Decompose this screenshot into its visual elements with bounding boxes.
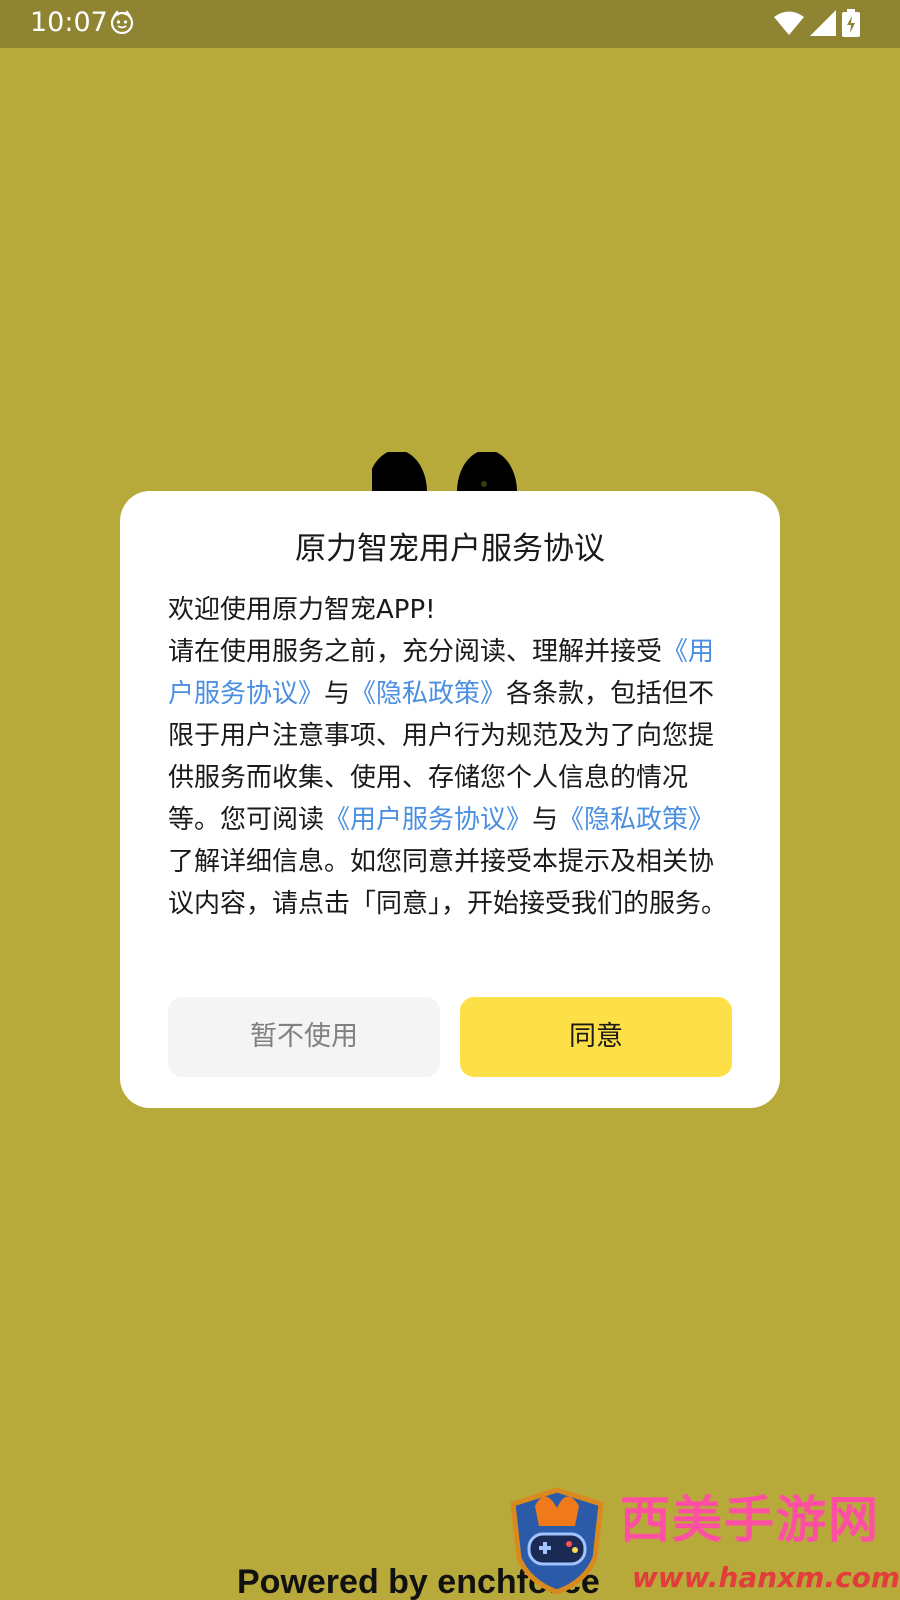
welcome-text: 欢迎使用原力智宠APP! xyxy=(168,595,436,625)
status-icons xyxy=(774,8,860,38)
privacy-policy-link-2[interactable]: 《隐私政策》 xyxy=(558,805,714,835)
face-icon xyxy=(110,10,134,34)
signal-icon xyxy=(810,10,836,36)
battery-charging-icon xyxy=(842,9,860,37)
agree-button[interactable]: 同意 xyxy=(460,997,732,1077)
decline-button[interactable]: 暂不使用 xyxy=(168,997,440,1077)
dialog-title: 原力智宠用户服务协议 xyxy=(295,531,605,567)
agreement-text: 请在使用服务之前，充分阅读、理解并接受《用户服务协议》与《隐私政策》各条款，包括… xyxy=(168,631,734,925)
gamepad-shield-icon xyxy=(510,1487,604,1594)
user-agreement-link-2[interactable]: 《用户服务协议》 xyxy=(324,805,532,835)
body-text-1: 请在使用服务之前，充分阅读、理解并接受 xyxy=(168,637,663,667)
privacy-policy-link[interactable]: 《隐私政策》 xyxy=(350,679,506,709)
dialog-body: 欢迎使用原力智宠APP! 请在使用服务之前，充分阅读、理解并接受《用户服务协议》… xyxy=(168,589,734,925)
body-text-and-2: 与 xyxy=(532,805,559,835)
body-text-3: 了解详细信息。如您同意并接受本提示及相关协议内容，请点击「同意」，开始接受我们的… xyxy=(168,847,728,919)
watermark-url: www.hanxm.com xyxy=(632,1561,900,1594)
status-time: 10:07 xyxy=(30,7,108,38)
wifi-icon xyxy=(774,11,804,35)
status-bar: 10:07 xyxy=(0,0,900,48)
agreement-dialog: 原力智宠用户服务协议 欢迎使用原力智宠APP! 请在使用服务之前，充分阅读、理解… xyxy=(120,491,780,1108)
app-screen: 10:07 原力智宠用户服务协议 欢迎使用原力智宠APP! 请在使用服务之前，充… xyxy=(0,0,900,1600)
body-text-and-1: 与 xyxy=(324,679,351,709)
watermark-title: 西美手游网 xyxy=(620,1491,880,1549)
